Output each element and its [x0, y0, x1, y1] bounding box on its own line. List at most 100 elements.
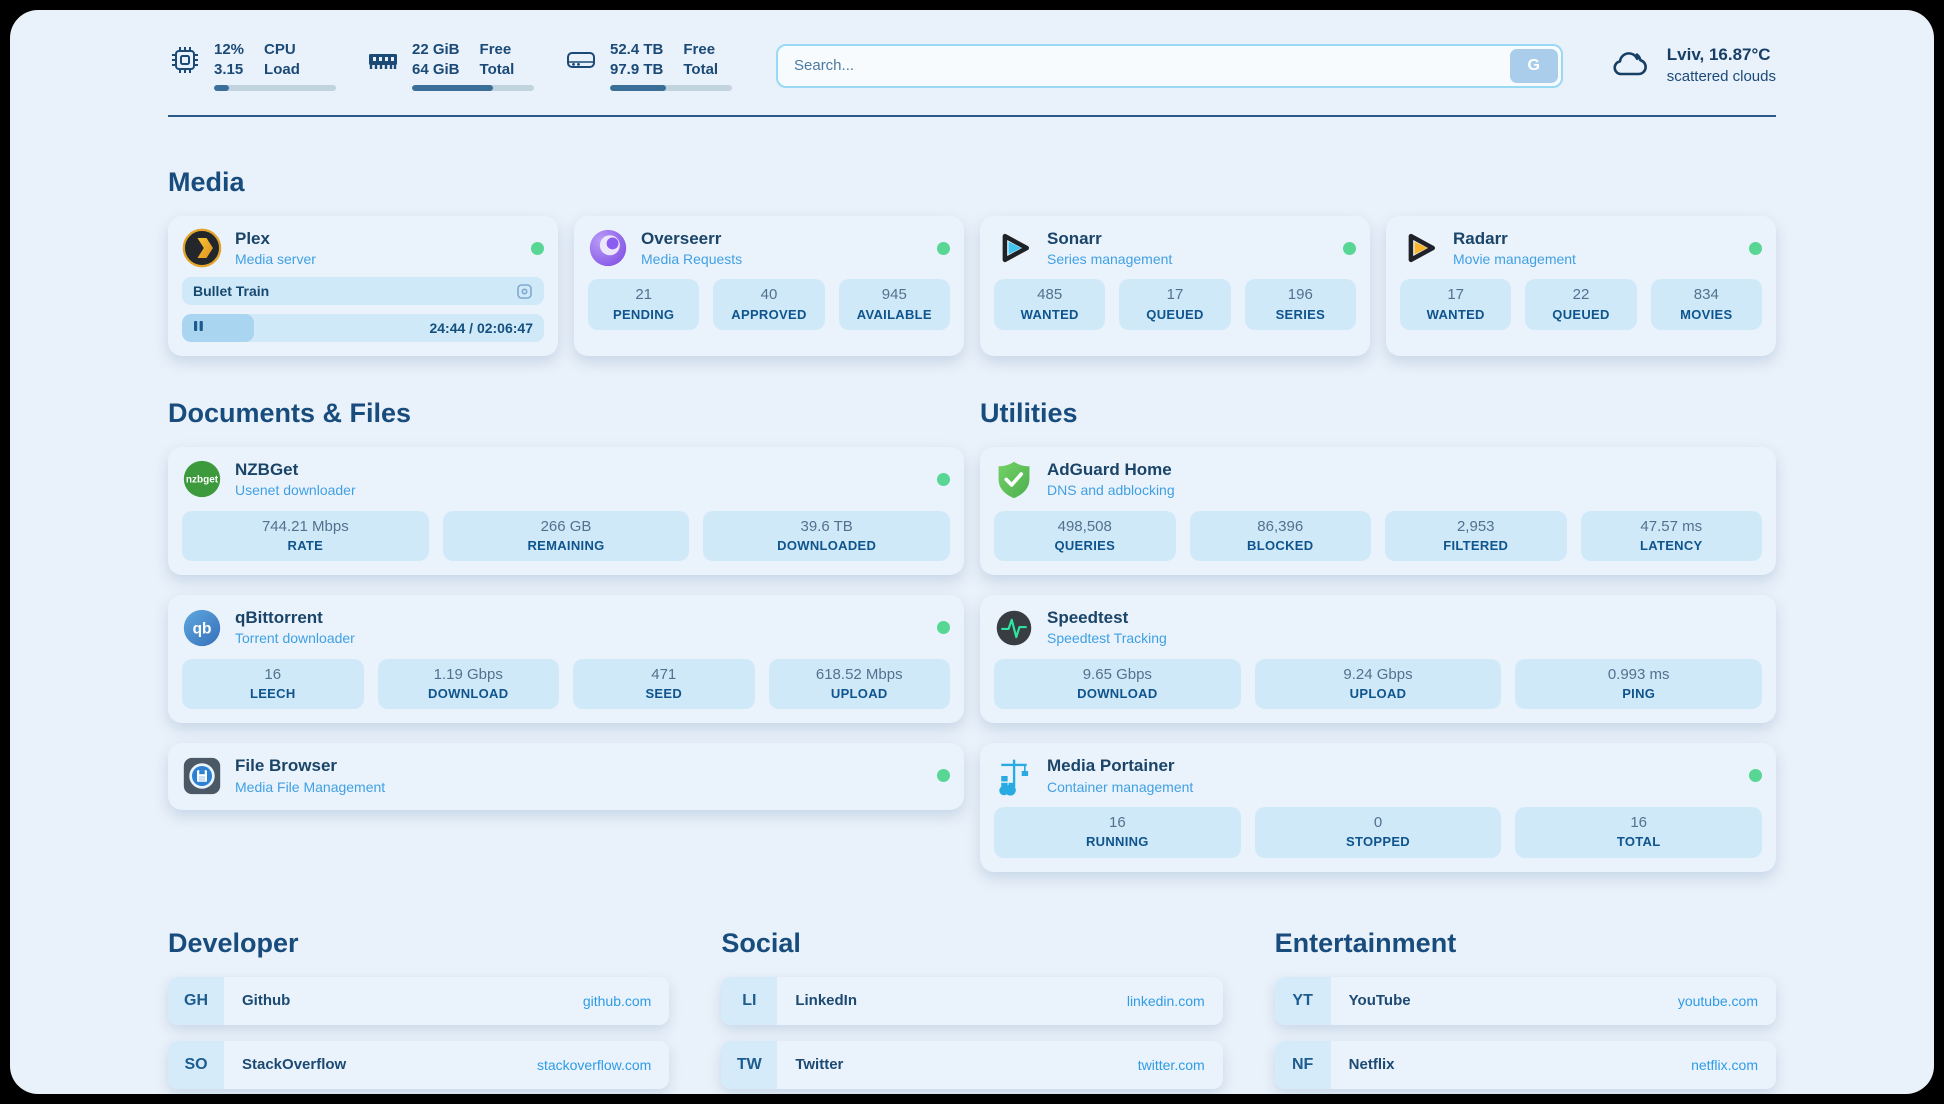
bookmark-url: twitter.com	[1138, 1041, 1223, 1089]
qbittorrent-stat-leech: 16 LEECH	[182, 659, 364, 710]
qbittorrent-subtitle: Torrent downloader	[235, 629, 355, 647]
svg-text:qb: qb	[193, 620, 212, 637]
weather-condition: scattered clouds	[1667, 67, 1776, 87]
weather-widget: Lviv, 16.87°C scattered clouds	[1607, 43, 1776, 88]
bookmark-url: linkedin.com	[1127, 977, 1223, 1025]
nzbget-icon: nzbget	[182, 459, 222, 499]
pause-icon	[193, 319, 204, 337]
nzbget-stat-rate: 744.21 Mbps RATE	[182, 511, 429, 562]
card-portainer[interactable]: Media Portainer Container management 16 …	[980, 743, 1776, 871]
search-provider-button[interactable]: G	[1510, 49, 1558, 83]
memory-total-label: Total	[480, 60, 515, 80]
bookmark-name: Github	[224, 977, 290, 1025]
overseerr-title: Overseerr	[641, 228, 742, 250]
qbittorrent-stat-seed: 471 SEED	[573, 659, 755, 710]
card-plex[interactable]: Plex Media server Bullet Train	[168, 216, 558, 356]
radarr-stat-wanted: 17 WANTED	[1400, 279, 1511, 330]
bookmark-url: youtube.com	[1678, 977, 1776, 1025]
nzbget-stat-remaining: 266 GB REMAINING	[443, 511, 690, 562]
search-bar: G	[776, 44, 1563, 88]
plex-status-dot	[531, 242, 544, 255]
memory-total-value: 64 GiB	[412, 60, 460, 80]
card-overseerr[interactable]: Overseerr Media Requests 21 PENDING 40 A…	[574, 216, 964, 356]
bookmark-abbr: SO	[168, 1041, 224, 1089]
bookmark-twitter[interactable]: TW Twitter twitter.com	[721, 1041, 1222, 1089]
filebrowser-title: File Browser	[235, 755, 385, 777]
portainer-stat-running: 16 RUNNING	[994, 807, 1241, 858]
filebrowser-icon	[182, 756, 222, 796]
portainer-title: Media Portainer	[1047, 755, 1193, 777]
card-radarr[interactable]: Radarr Movie management 17 WANTED 22 QUE…	[1386, 216, 1776, 356]
section-utilities: Utilities	[980, 398, 1776, 871]
adguard-stat-latency: 47.57 ms LATENCY	[1581, 511, 1763, 562]
adguard-icon	[994, 459, 1034, 499]
nzbget-title: NZBGet	[235, 459, 356, 481]
memory-free-label: Free	[480, 40, 515, 60]
portainer-stat-stopped: 0 STOPPED	[1255, 807, 1502, 858]
topbar-divider	[168, 115, 1776, 117]
qbittorrent-icon: qb	[182, 608, 222, 648]
bookmark-abbr: GH	[168, 977, 224, 1025]
nzbget-status-dot	[937, 473, 950, 486]
svg-text:nzbget: nzbget	[186, 475, 219, 486]
ram-icon	[366, 43, 400, 77]
bookmark-github[interactable]: GH Github github.com	[168, 977, 669, 1025]
disk-progress	[610, 85, 732, 91]
speedtest-title: Speedtest	[1047, 607, 1167, 629]
memory-widget: 22 GiB 64 GiB Free Total	[366, 40, 534, 91]
bookmark-url: netflix.com	[1691, 1041, 1776, 1089]
bookmark-abbr: TW	[721, 1041, 777, 1089]
qbittorrent-title: qBittorrent	[235, 607, 355, 629]
bookmark-youtube[interactable]: YT YouTube youtube.com	[1275, 977, 1776, 1025]
sonarr-status-dot	[1343, 242, 1356, 255]
radarr-title: Radarr	[1453, 228, 1576, 250]
speedtest-icon	[994, 608, 1034, 648]
plex-subtitle: Media server	[235, 250, 316, 268]
resource-widgets: 12% 3.15 CPU Load	[168, 40, 732, 91]
bookmark-name: Twitter	[777, 1041, 843, 1089]
bookmark-stackoverflow[interactable]: SO StackOverflow stackoverflow.com	[168, 1041, 669, 1089]
bookmark-name: Netflix	[1331, 1041, 1395, 1089]
cpu-label: CPU	[264, 40, 300, 60]
bookmark-abbr: YT	[1275, 977, 1331, 1025]
bookmark-name: StackOverflow	[224, 1041, 346, 1089]
radarr-stat-queued: 22 QUEUED	[1525, 279, 1636, 330]
disk-free-value: 52.4 TB	[610, 40, 663, 60]
filebrowser-subtitle: Media File Management	[235, 778, 385, 796]
search-input[interactable]	[778, 57, 1510, 74]
section-documents: Documents & Files nzbget NZBGet U	[168, 398, 964, 871]
cast-icon	[516, 283, 533, 300]
qbittorrent-stat-upload: 618.52 Mbps UPLOAD	[769, 659, 951, 710]
card-qbittorrent[interactable]: qb qBittorrent Torrent downloader 16 LEE…	[168, 595, 964, 723]
speedtest-stat-upload: 9.24 Gbps UPLOAD	[1255, 659, 1502, 710]
overseerr-stat-pending: 21 PENDING	[588, 279, 699, 330]
card-sonarr[interactable]: Sonarr Series management 485 WANTED 17 Q…	[980, 216, 1370, 356]
sonarr-icon	[994, 228, 1034, 268]
bookmark-netflix[interactable]: NF Netflix netflix.com	[1275, 1041, 1776, 1089]
sonarr-stat-queued: 17 QUEUED	[1119, 279, 1230, 330]
radarr-icon	[1400, 228, 1440, 268]
radarr-subtitle: Movie management	[1453, 250, 1576, 268]
bookmark-group-developer: Developer GH Github github.com SO StackO…	[168, 928, 669, 1094]
bookmark-linkedin[interactable]: LI LinkedIn linkedin.com	[721, 977, 1222, 1025]
memory-free-value: 22 GiB	[412, 40, 460, 60]
speedtest-stat-download: 9.65 Gbps DOWNLOAD	[994, 659, 1241, 710]
disk-total-label: Total	[683, 60, 718, 80]
section-media: Media Plex Media server	[168, 167, 1776, 356]
cpu-value: 12%	[214, 40, 244, 60]
section-title-entertainment: Entertainment	[1275, 928, 1776, 959]
plex-playback-time: 24:44 / 02:06:47	[429, 320, 533, 336]
card-nzbget[interactable]: nzbget NZBGet Usenet downloader 744.21 M…	[168, 447, 964, 575]
card-speedtest[interactable]: Speedtest Speedtest Tracking 9.65 Gbps D…	[980, 595, 1776, 723]
bookmark-url: stackoverflow.com	[537, 1041, 669, 1089]
card-filebrowser[interactable]: File Browser Media File Management	[168, 743, 964, 809]
plex-now-playing-row: Bullet Train	[182, 277, 544, 305]
bookmark-name: LinkedIn	[777, 977, 857, 1025]
qbittorrent-status-dot	[937, 621, 950, 634]
disk-total-value: 97.9 TB	[610, 60, 663, 80]
nzbget-stat-downloaded: 39.6 TB DOWNLOADED	[703, 511, 950, 562]
bookmark-abbr: LI	[721, 977, 777, 1025]
disk-icon	[564, 43, 598, 77]
section-title-developer: Developer	[168, 928, 669, 959]
card-adguard[interactable]: AdGuard Home DNS and adblocking 498,508 …	[980, 447, 1776, 575]
